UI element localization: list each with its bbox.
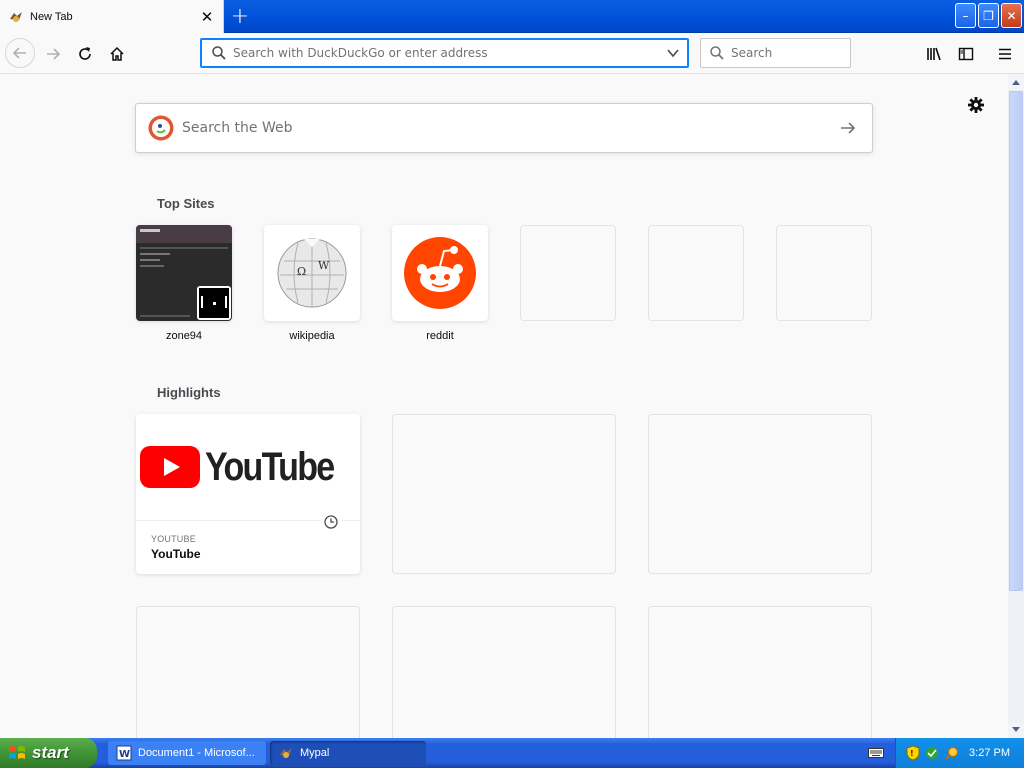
reload-button[interactable]: [71, 40, 99, 68]
wikipedia-globe-icon: Ω W: [277, 238, 347, 308]
duckduckgo-logo-icon: [148, 115, 174, 141]
security-shield-icon[interactable]: !: [906, 745, 920, 761]
youtube-thumbnail: YouTube: [136, 414, 360, 521]
start-button[interactable]: start: [0, 738, 97, 768]
reload-icon: [79, 47, 91, 60]
home-icon: [110, 46, 124, 61]
new-tab-page: Top Sites zone94 Ω W: [0, 74, 1008, 738]
keyboard-language-icon[interactable]: [868, 746, 884, 760]
mypal-app-icon: [280, 748, 292, 758]
tab-new-tab[interactable]: New Tab ✕: [0, 0, 224, 33]
gear-icon[interactable]: [966, 95, 986, 115]
highlight-card-empty[interactable]: [648, 414, 872, 574]
top-site-tile-empty[interactable]: [648, 225, 744, 321]
sidebar-button[interactable]: [952, 40, 980, 68]
reddit-logo-icon: [404, 237, 476, 309]
new-tab-button[interactable]: +: [228, 4, 252, 29]
chevron-down-icon[interactable]: [666, 46, 680, 60]
svg-text:W: W: [119, 749, 130, 760]
scrollbar-thumb[interactable]: [1009, 91, 1023, 591]
top-site-tile-empty[interactable]: [520, 225, 616, 321]
highlight-host: YOUTUBE: [151, 534, 196, 544]
close-window-button[interactable]: ✕: [1001, 3, 1022, 28]
sidebar-icon: [958, 47, 974, 61]
highlight-card-empty[interactable]: [392, 606, 616, 738]
top-site-tile-empty[interactable]: [776, 225, 872, 321]
search-icon: [212, 46, 226, 60]
youtube-play-icon: [139, 446, 200, 488]
highlight-card-empty[interactable]: [648, 606, 872, 738]
highlight-card-youtube[interactable]: YouTube YOUTUBE YouTube: [136, 414, 360, 574]
search-bar[interactable]: [700, 38, 851, 68]
restore-button[interactable]: ❐: [978, 3, 999, 28]
back-arrow-icon: [12, 47, 26, 59]
search-input[interactable]: [731, 46, 841, 60]
taskbar-item-label: Document1 - Microsof...: [138, 747, 255, 759]
back-button[interactable]: [5, 38, 35, 68]
youtube-logo-text: YouTube: [204, 444, 335, 489]
mypal-favicon-icon: [10, 11, 22, 22]
top-site-tile-zone94[interactable]: [136, 225, 232, 321]
top-site-label: wikipedia: [289, 330, 335, 342]
navigation-toolbar: [0, 33, 1024, 74]
system-tray: ! 3:27 PM: [895, 738, 1024, 768]
top-site-tile-wikipedia[interactable]: Ω W: [264, 225, 360, 321]
library-icon: [927, 47, 941, 61]
hamburger-menu-icon: [999, 48, 1011, 60]
top-site-label: reddit: [426, 330, 454, 342]
word-document-icon: W: [116, 745, 132, 761]
windows-logo-icon: [9, 746, 25, 759]
zone94-favicon: [197, 286, 231, 320]
tab-bar: New Tab ✕ + – ❐ ✕: [0, 0, 1024, 33]
scroll-up-button[interactable]: [1008, 74, 1024, 90]
taskbar-item-label: Mypal: [300, 747, 330, 759]
top-site-label: zone94: [165, 330, 203, 342]
start-label: start: [32, 743, 69, 762]
minimize-button[interactable]: –: [955, 3, 976, 28]
clock-icon: [320, 511, 342, 533]
taskbar-item-mypal[interactable]: Mypal: [270, 741, 426, 765]
forward-button[interactable]: [39, 40, 67, 68]
top-sites-heading: Top Sites: [157, 196, 215, 211]
library-button[interactable]: [920, 40, 948, 68]
web-search-box[interactable]: [135, 103, 873, 153]
taskbar: start W Document1 - Microsof... Mypal ! …: [0, 738, 1024, 768]
highlight-card-empty[interactable]: [136, 606, 360, 738]
highlight-card-empty[interactable]: [392, 414, 616, 574]
home-button[interactable]: [103, 40, 131, 68]
svg-text:!: !: [910, 749, 914, 758]
top-site-tile-reddit[interactable]: [392, 225, 488, 321]
vertical-scrollbar[interactable]: [1008, 74, 1024, 738]
clock-time: 3:27 PM: [969, 747, 1010, 759]
scroll-down-button[interactable]: [1008, 722, 1024, 738]
tab-title: New Tab: [30, 10, 73, 23]
window-controls: – ❐ ✕: [955, 3, 1022, 28]
search-tray-icon[interactable]: [944, 745, 960, 761]
search-icon: [710, 46, 724, 60]
svg-text:W: W: [318, 259, 330, 272]
arrow-right-icon[interactable]: [838, 118, 858, 138]
menu-button[interactable]: [991, 40, 1019, 68]
highlights-heading: Highlights: [157, 385, 221, 400]
caret-down-icon: [1012, 727, 1020, 732]
caret-up-icon: [1012, 80, 1020, 85]
tab-close-icon[interactable]: ✕: [199, 8, 215, 26]
highlight-title: YouTube: [151, 547, 201, 561]
forward-arrow-icon: [47, 48, 61, 60]
url-input[interactable]: [233, 46, 653, 60]
svg-text:Ω: Ω: [297, 265, 306, 278]
web-search-input[interactable]: [182, 120, 838, 136]
network-icon[interactable]: [924, 745, 940, 761]
url-bar[interactable]: [200, 38, 689, 68]
taskbar-item-document1[interactable]: W Document1 - Microsof...: [108, 741, 266, 765]
